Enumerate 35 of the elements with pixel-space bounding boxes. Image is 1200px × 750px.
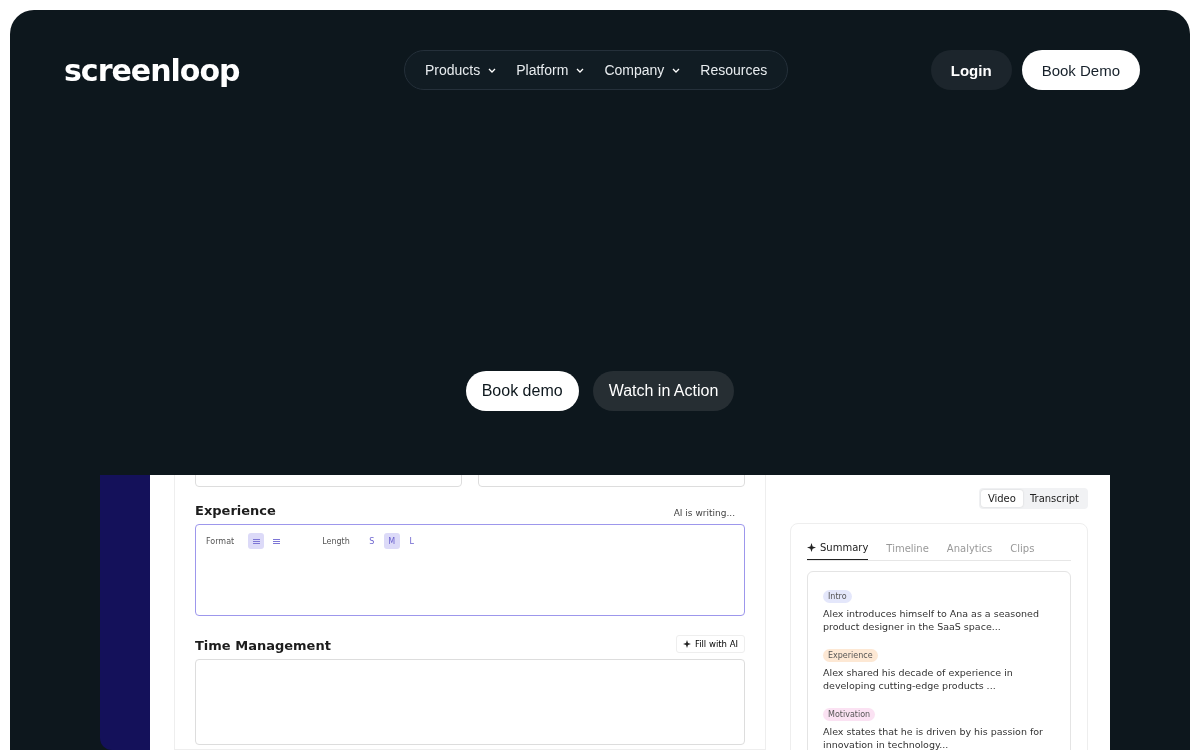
summary-text: Alex introduces himself to Ana as a seasoned product designer in the SaaS space... [823,607,1040,633]
nav-link[interactable]: Platform [506,62,595,78]
length-option[interactable]: M [383,533,400,549]
tag: Intro [823,590,852,603]
status-text: AI is writing... [673,508,735,518]
login-button[interactable]: Login [930,50,1012,90]
tab[interactable]: Summary [807,538,869,560]
text-area[interactable] [195,659,745,745]
logo[interactable]: screenloop [64,52,404,88]
length-option[interactable]: L [403,533,420,549]
chevron-down-icon [576,67,585,73]
length-label: Length [322,536,350,546]
chevron-down-icon [672,67,681,73]
book-demo-button[interactable]: Book demo [465,371,579,411]
summary-text: Alex shared his decade of experience in developing cutting-edge products ... [823,666,1014,692]
section-title: Time Management [195,638,331,653]
length-option[interactable]: S [363,533,380,549]
chevron-down-icon [488,67,497,73]
watch-button[interactable]: Watch in Action [592,371,735,411]
fill-with-ai-button[interactable]: Fill with AI [675,635,745,653]
sparkle-icon [807,543,816,552]
book-demo-button[interactable]: Book Demo [1021,50,1140,90]
nav-link[interactable]: Company [594,62,691,78]
nav-link[interactable]: Resources [690,62,778,78]
toggle-option[interactable]: Transcript [1022,490,1086,507]
paragraph-icon[interactable] [248,533,265,549]
section-title: Experience [195,503,276,518]
toggle-option[interactable]: Video [980,490,1023,507]
format-label: Format [206,536,235,546]
text-area[interactable]: Format Length S M L [195,524,745,616]
tag: Motivation [823,708,876,721]
nav-link[interactable]: Products [415,62,507,78]
tag: Experience [823,649,878,662]
summary-text: Alex states that he is driven by his passion for innovation in technology... [823,725,1044,750]
sparkle-icon [682,640,691,648]
